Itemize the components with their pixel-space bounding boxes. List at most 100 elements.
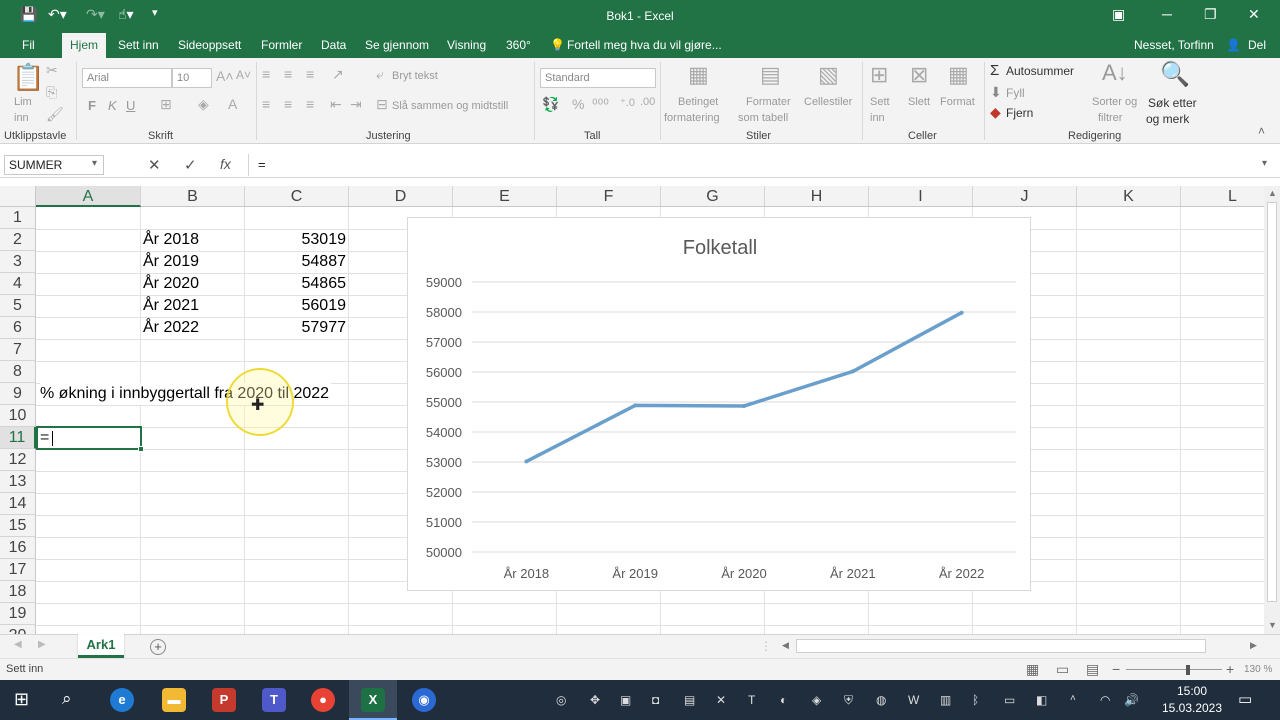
select-all-corner[interactable] — [0, 186, 36, 207]
increase-decimal-icon[interactable]: ⁺.0 — [620, 96, 635, 109]
insert-function-icon[interactable]: fx — [220, 156, 231, 172]
merge-center-button[interactable]: Slå sammen og midtstill — [392, 100, 508, 112]
format-as-table-label-2[interactable]: som tabell — [738, 112, 788, 124]
font-color-icon[interactable]: A — [228, 96, 237, 112]
taskbar-date[interactable]: 15.03.2023 — [1156, 701, 1228, 715]
tab-review[interactable]: Se gjennom — [365, 38, 429, 52]
fill-button[interactable]: Fyll — [1006, 86, 1025, 100]
normal-view-icon[interactable]: ▦ — [1026, 661, 1039, 678]
minimize-icon[interactable]: ─ — [1162, 6, 1172, 22]
paste-label-2[interactable]: inn — [14, 112, 29, 124]
expand-formula-icon[interactable]: ▾ — [1262, 158, 1267, 169]
col-header-j[interactable]: J — [973, 186, 1077, 207]
format-painter-icon[interactable]: 🖌 — [46, 106, 64, 123]
align-center-icon[interactable]: ≡ — [284, 96, 292, 112]
format-cells-icon[interactable]: ▦ — [948, 62, 969, 88]
percent-style-icon[interactable]: % — [572, 96, 584, 112]
tab-formulas[interactable]: Formler — [261, 38, 302, 52]
tab-file[interactable]: Fil — [22, 38, 35, 52]
row-header-17[interactable]: 17 — [0, 559, 36, 581]
row-header-18[interactable]: 18 — [0, 581, 36, 603]
borders-icon[interactable]: ⊞ — [160, 96, 172, 113]
conditional-formatting-icon[interactable]: ▦ — [688, 62, 709, 88]
paste-icon[interactable]: 📋 — [12, 62, 44, 93]
zoom-in-icon[interactable]: + — [1226, 661, 1234, 677]
row-header-6[interactable]: 6 — [0, 317, 36, 339]
number-format-select[interactable]: Standard — [540, 68, 656, 88]
align-top-icon[interactable]: ≡ — [262, 66, 270, 82]
file-explorer-icon[interactable]: ▬ — [162, 688, 186, 712]
cell-b4[interactable]: År 2020 — [143, 273, 199, 295]
taskbar-time[interactable]: 15:00 — [1162, 684, 1222, 698]
format-as-table-icon[interactable]: ▤ — [760, 62, 781, 88]
wrap-text-icon[interactable]: ⤶ — [376, 66, 384, 83]
volume-icon[interactable]: 🔊 — [1124, 693, 1139, 707]
name-box-dropdown-icon[interactable]: ▾ — [92, 158, 97, 169]
col-header-h[interactable]: H — [765, 186, 869, 207]
tab-page-layout[interactable]: Sideoppsett — [178, 38, 241, 52]
zoom-slider-thumb[interactable] — [1186, 665, 1190, 675]
cell-b6[interactable]: År 2022 — [143, 317, 199, 339]
col-header-e[interactable]: E — [453, 186, 557, 207]
tray-chevron-icon[interactable]: ˄ — [1070, 693, 1076, 704]
fill-handle[interactable] — [138, 446, 144, 452]
row-header-8[interactable]: 8 — [0, 361, 36, 383]
fill-color-icon[interactable]: ◈ — [198, 96, 209, 113]
add-sheet-button[interactable]: + — [150, 639, 166, 655]
horizontal-scroll-thumb[interactable] — [796, 639, 1206, 653]
tab-360[interactable]: 360° — [506, 38, 531, 52]
cell-styles-button[interactable]: Cellestiler — [804, 96, 852, 108]
row-header-3[interactable]: 3 — [0, 251, 36, 273]
user-name[interactable]: Nesset, Torfinn — [1134, 38, 1214, 52]
col-header-a[interactable]: A — [36, 186, 141, 207]
teams-icon[interactable]: T — [262, 688, 286, 712]
tray-icon-11[interactable]: ▭ — [1004, 693, 1015, 707]
cut-icon[interactable]: ✂ — [46, 62, 58, 79]
merge-icon[interactable]: ⊟ — [376, 96, 388, 113]
scroll-up-icon[interactable]: ▲ — [1268, 188, 1277, 198]
find-select-label-2[interactable]: og merk — [1146, 112, 1189, 126]
page-layout-view-icon[interactable]: ▭ — [1056, 661, 1069, 678]
clear-button[interactable]: Fjern — [1006, 106, 1033, 120]
tab-data[interactable]: Data — [321, 38, 346, 52]
tray-icon-12[interactable]: ◧ — [1036, 693, 1047, 707]
align-right-icon[interactable]: ≡ — [306, 96, 314, 112]
name-box[interactable]: SUMMER — [4, 155, 104, 175]
windows-start-icon[interactable]: ⊞ — [14, 689, 29, 710]
scroll-down-icon[interactable]: ▼ — [1268, 620, 1277, 630]
bold-button[interactable]: F — [88, 98, 96, 113]
vertical-scroll-thumb[interactable] — [1267, 202, 1277, 602]
enter-entry-icon[interactable]: ✓ — [184, 156, 197, 174]
tray-icon-2[interactable]: ✥ — [590, 693, 600, 707]
row-header-15[interactable]: 15 — [0, 515, 36, 537]
format-cells-button[interactable]: Format — [940, 96, 975, 108]
sort-filter-label-2[interactable]: filtrer — [1098, 112, 1122, 124]
data-point[interactable] — [633, 403, 638, 408]
copy-icon[interactable]: ⎘ — [46, 84, 57, 101]
row-header-2[interactable]: 2 — [0, 229, 36, 251]
wrap-text-button[interactable]: Bryt tekst — [392, 70, 438, 82]
zoom-slider[interactable] — [1126, 669, 1222, 670]
shield-icon[interactable]: ⛨ — [844, 693, 853, 708]
font-size-select[interactable]: 10 — [172, 68, 212, 88]
row-header-11[interactable]: 11 — [0, 427, 36, 449]
cell-b2[interactable]: År 2018 — [143, 229, 199, 251]
zoom-level[interactable]: 130 % — [1244, 664, 1272, 675]
tab-home[interactable]: Hjem — [62, 33, 107, 58]
col-header-d[interactable]: D — [349, 186, 453, 207]
tray-icon-8[interactable]: ◈ — [812, 693, 821, 707]
insert-cells-label-1[interactable]: Sett — [870, 96, 890, 108]
find-select-label-1[interactable]: Søk etter — [1148, 96, 1197, 110]
decrease-indent-icon[interactable]: ⇤ — [330, 96, 342, 113]
paste-label-1[interactable]: Lim — [14, 96, 32, 108]
underline-button[interactable]: U — [126, 98, 135, 113]
data-point[interactable] — [959, 310, 964, 315]
comma-style-icon[interactable]: ⁰⁰⁰ — [592, 96, 609, 113]
cell-c5[interactable]: 56019 — [245, 295, 347, 317]
presenter-app-icon[interactable]: P — [212, 688, 236, 712]
sort-filter-icon[interactable]: A↓ — [1102, 60, 1128, 86]
increase-font-icon[interactable]: A˄ — [216, 68, 234, 84]
tray-icon-4[interactable]: ◘ — [652, 693, 659, 707]
decrease-font-icon[interactable]: A˅ — [236, 68, 251, 82]
row-header-7[interactable]: 7 — [0, 339, 36, 361]
